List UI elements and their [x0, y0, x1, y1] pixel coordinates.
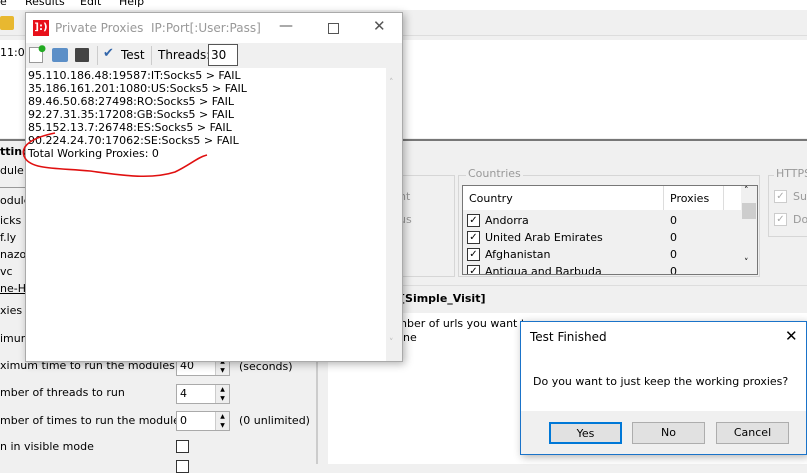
dialog-close-icon[interactable]: ✕ — [785, 327, 798, 345]
dialog-title: Test Finished — [530, 330, 607, 344]
cancel-button[interactable]: Cancel — [716, 422, 789, 444]
no-button[interactable]: No — [632, 422, 705, 444]
dialog-message: Do you want to just keep the working pro… — [533, 375, 789, 388]
dialog-button-bar: Yes No Cancel — [521, 411, 806, 454]
test-finished-dialog: Test Finished ✕ Do you want to just keep… — [520, 321, 807, 455]
yes-button[interactable]: Yes — [549, 422, 622, 444]
